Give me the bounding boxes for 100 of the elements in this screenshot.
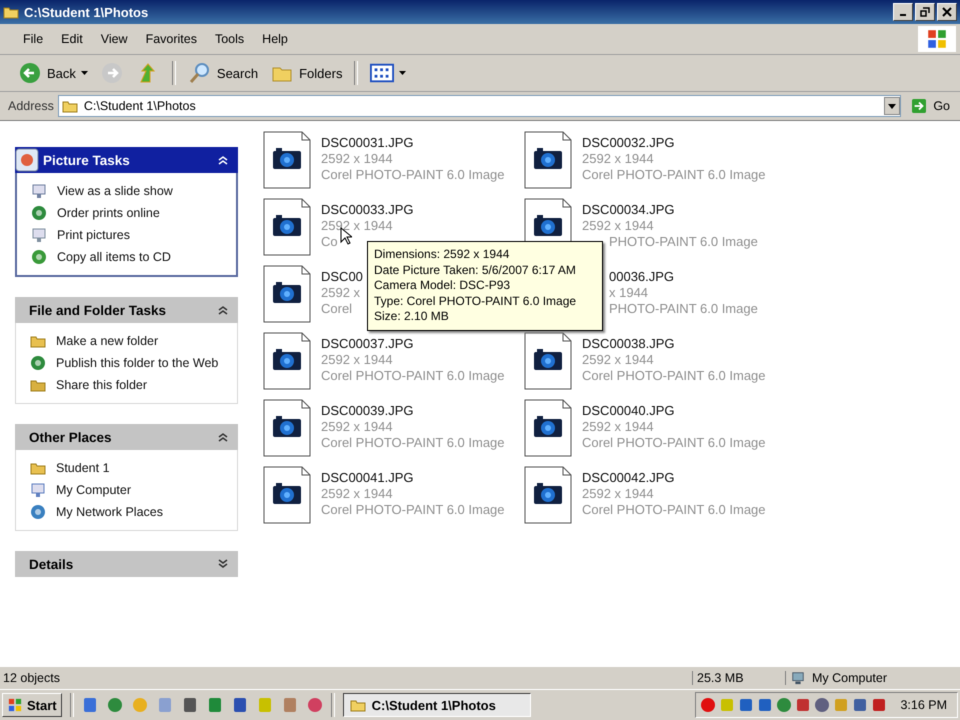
monitor-icon — [30, 482, 46, 498]
magnifier-icon — [188, 62, 212, 84]
menu-item[interactable]: Edit — [52, 32, 92, 46]
monitor-icon — [31, 227, 47, 243]
file-name: DSC00038.JPG — [582, 336, 674, 352]
windows-flag-icon — [918, 26, 956, 52]
task-link[interactable]: My Computer — [56, 482, 132, 498]
tray-icon[interactable] — [776, 697, 792, 713]
quick-launch-icon[interactable] — [306, 697, 323, 713]
go-button[interactable]: Go — [905, 99, 956, 113]
task-link[interactable]: Copy all items to CD — [57, 249, 171, 265]
quick-launch-icon[interactable] — [106, 697, 123, 713]
monitor-icon — [31, 183, 47, 199]
panel-title: Details — [29, 556, 74, 572]
camera-file-icon — [263, 265, 311, 323]
menu-item[interactable]: Help — [253, 32, 297, 46]
tooltip-line: Type: Corel PHOTO-PAINT 6.0 Image — [374, 294, 578, 309]
file-name: DSC00032.JPG — [582, 135, 674, 151]
address-label: Address — [8, 99, 54, 113]
start-button[interactable]: Start — [2, 693, 62, 717]
computer-icon — [790, 671, 806, 685]
camera-file-icon — [263, 131, 311, 189]
file-info: 2592 x 1944 — [321, 151, 393, 167]
file-name: DSC00 — [321, 269, 363, 285]
task-link[interactable]: View as a slide show — [57, 183, 173, 199]
tooltip-line: Dimensions: 2592 x 1944 — [374, 247, 510, 262]
globe-icon — [30, 355, 46, 371]
quick-launch-icon[interactable] — [232, 697, 248, 713]
back-button[interactable]: Back — [14, 60, 92, 86]
photo-icon — [15, 148, 39, 172]
views-grid-icon — [370, 62, 394, 84]
taskbar-window-button[interactable]: C:\Student 1\Photos — [342, 693, 531, 717]
quick-launch-icon[interactable] — [82, 697, 98, 713]
file-name: DSC00042.JPG — [582, 470, 674, 486]
file-info: 2592 x — [321, 285, 360, 301]
file-info: Corel PHOTO-PAINT 6.0 Image — [321, 435, 505, 451]
file-info: Corel PHOTO-PAINT 6.0 Image — [321, 502, 505, 518]
camera-file-icon — [524, 466, 572, 524]
panel-header[interactable]: Details — [15, 551, 238, 577]
folders-button[interactable]: Folders — [266, 60, 346, 86]
quick-launch-icon[interactable] — [206, 697, 223, 713]
panel-header[interactable]: File and Folder Tasks — [15, 297, 238, 323]
file-info: Co — [321, 234, 338, 250]
address-field[interactable]: C:\Student 1\Photos — [58, 95, 902, 117]
camera-file-icon — [263, 399, 311, 457]
collapse-chevron-icon[interactable] — [218, 432, 228, 442]
tray-icon[interactable] — [700, 697, 716, 713]
tray-icon[interactable] — [871, 697, 888, 713]
panel-title: Picture Tasks — [43, 152, 131, 168]
collapse-chevron-icon[interactable] — [218, 305, 228, 315]
task-link[interactable]: Make a new folder — [56, 333, 158, 349]
menu-item[interactable]: File — [14, 32, 52, 46]
task-link[interactable]: My Network Places — [56, 504, 163, 520]
menu-item[interactable]: Favorites — [136, 32, 206, 46]
task-link[interactable]: Share this folder — [56, 377, 148, 393]
file-name: 00036.JPG — [608, 269, 674, 285]
tray-icon[interactable] — [814, 697, 830, 713]
task-link[interactable]: Student 1 — [56, 460, 110, 476]
clock: 3:16 PM — [900, 698, 947, 712]
tooltip-line: Date Picture Taken: 5/6/2007 6:17 AM — [374, 262, 577, 278]
file-info: Corel PHOTO-PAINT 6.0 Image — [582, 435, 766, 451]
status-size: 25.3 MB — [692, 671, 785, 685]
panel-title: Other Places — [29, 430, 113, 444]
task-link[interactable]: Print pictures — [57, 227, 130, 243]
globe-icon — [31, 205, 47, 221]
dropdown-arrow-icon — [80, 71, 88, 75]
dropdown-arrow-icon — [399, 71, 406, 75]
close-button[interactable] — [937, 3, 957, 21]
minimize-button[interactable] — [893, 3, 913, 21]
minimize-icon — [900, 14, 906, 16]
task-link[interactable]: Publish this folder to the Web — [56, 355, 218, 371]
camera-file-icon — [524, 399, 572, 457]
status-objects: 12 objects — [2, 671, 61, 685]
expand-chevron-icon[interactable] — [218, 559, 228, 569]
menu-item[interactable]: Tools — [206, 32, 254, 46]
menu-item[interactable]: View — [92, 32, 137, 46]
camera-file-icon — [524, 131, 572, 189]
tray-icon[interactable] — [852, 697, 868, 713]
panel-header[interactable]: Picture Tasks — [15, 147, 238, 173]
panel-header[interactable]: Other Places — [15, 424, 238, 450]
tray-icon[interactable] — [738, 697, 754, 713]
quick-launch-icon[interactable] — [282, 697, 298, 713]
tray-icon[interactable] — [757, 697, 774, 713]
file-info: Corel PHOTO-PAINT 6.0 Image — [321, 368, 505, 384]
restore-button[interactable] — [915, 3, 935, 21]
windows-flag-icon — [7, 698, 23, 712]
file-name: DSC00034.JPG — [582, 202, 674, 218]
camera-file-icon — [263, 466, 311, 524]
file-info: Corel PHOTO-PAINT 6.0 Image — [321, 167, 505, 183]
file-name: DSC00031.JPG — [321, 135, 414, 151]
file-info: Corel — [321, 301, 352, 317]
camera-file-icon — [524, 332, 572, 390]
file-info: Corel PHOTO-PAINT 6.0 Image — [582, 368, 766, 384]
tray-icon[interactable] — [795, 697, 812, 713]
quick-launch-icon[interactable] — [182, 697, 198, 713]
folder-icon — [62, 99, 78, 113]
task-link[interactable]: Order prints online — [57, 205, 160, 221]
search-button[interactable]: Search — [184, 60, 262, 86]
file-info: x 1944 — [608, 285, 648, 301]
panel-title: File and Folder Tasks — [29, 302, 168, 318]
